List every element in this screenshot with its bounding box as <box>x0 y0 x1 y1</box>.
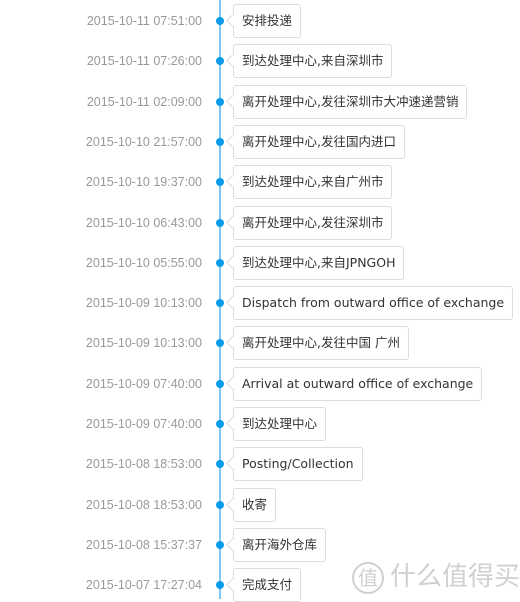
timeline-dot-icon <box>216 540 224 549</box>
timeline-item: 2015-10-11 02:09:00 离开处理中心,发往深圳市大冲速递营销 <box>0 84 520 119</box>
timeline-item: 2015-10-09 10:13:00 离开处理中心,发往中国 广州 <box>0 326 520 361</box>
timeline-dot-icon <box>216 299 224 308</box>
timeline-dot-icon <box>216 258 224 267</box>
timeline-item: 2015-10-09 10:13:00 Dispatch from outward… <box>0 286 520 321</box>
event-time: 2015-10-09 10:13:00 <box>85 296 202 311</box>
event-description: Dispatch from outward office of exchange <box>233 286 514 321</box>
event-description: 离开海外仓库 <box>233 527 327 562</box>
timeline-item: 2015-10-10 19:37:00 到达处理中心,来自广州市 <box>0 165 520 200</box>
event-time: 2015-10-10 19:37:00 <box>85 175 202 190</box>
event-description: 到达处理中心,来自深圳市 <box>233 44 393 79</box>
watermark: 值什么值得买 <box>352 556 520 594</box>
timeline-dot-icon <box>216 581 224 590</box>
timeline-dot-icon <box>216 17 224 25</box>
timeline-item: 2015-10-10 21:57:00 离开处理中心,发往国内进口 <box>0 124 520 159</box>
event-time: 2015-10-09 07:40:00 <box>85 417 202 431</box>
timeline-item: 2015-10-08 18:53:00 Posting/Collection <box>0 447 520 482</box>
timeline-dot-icon <box>216 500 224 509</box>
event-time: 2015-10-11 07:26:00 <box>86 54 202 69</box>
timeline-dot-icon <box>216 137 224 146</box>
event-time: 2015-10-11 07:51:00 <box>86 14 202 28</box>
event-time: 2015-10-09 07:40:00 <box>85 376 202 391</box>
timeline-dot-icon <box>216 460 224 469</box>
event-time: 2015-10-08 18:53:00 <box>85 457 202 472</box>
event-time: 2015-10-08 18:53:00 <box>85 497 202 512</box>
timeline-item: 2015-10-08 18:53:00 收寄 <box>0 487 520 522</box>
timeline-item: 2015-10-09 07:40:00 Arrival at outward of… <box>0 366 520 401</box>
timeline-dot-icon <box>216 178 224 187</box>
event-time: 2015-10-10 05:55:00 <box>85 255 202 270</box>
timeline-dot-icon <box>216 339 224 348</box>
timeline-item: 2015-10-09 07:40:00 到达处理中心 <box>0 407 520 441</box>
event-description: Posting/Collection <box>233 447 363 482</box>
event-description: 到达处理中心,来自JPNGOH <box>233 245 405 280</box>
event-time: 2015-10-10 06:43:00 <box>85 215 202 230</box>
event-description: 收寄 <box>233 487 277 522</box>
event-description: 离开处理中心,发往深圳市 <box>233 205 393 240</box>
event-description: 完成支付 <box>233 568 302 602</box>
watermark-text: 什么值得买 <box>390 562 520 592</box>
timeline-dot-icon <box>216 218 224 227</box>
timeline-dot-icon <box>216 97 224 106</box>
timeline-dot-icon <box>216 379 224 388</box>
timeline-dot-icon <box>216 420 224 428</box>
event-description: 离开处理中心,发往国内进口 <box>233 124 405 159</box>
timeline-item: 2015-10-10 05:55:00 到达处理中心,来自JPNGOH <box>0 245 520 280</box>
timeline-item: 2015-10-10 06:43:00 离开处理中心,发往深圳市 <box>0 205 520 240</box>
event-description: Arrival at outward office of exchange <box>233 366 483 401</box>
event-time: 2015-10-10 21:57:00 <box>85 134 202 149</box>
event-description: 离开处理中心,发往中国 广州 <box>233 326 409 361</box>
event-time: 2015-10-09 10:13:00 <box>85 336 202 351</box>
timeline-item: 2015-10-11 07:51:00 安排投递 <box>0 4 520 38</box>
timeline-item: 2015-10-11 07:26:00 到达处理中心,来自深圳市 <box>0 44 520 79</box>
event-time: 2015-10-07 17:27:04 <box>85 578 202 593</box>
event-description: 离开处理中心,发往深圳市大冲速递营销 <box>233 84 468 119</box>
event-time: 2015-10-08 15:37:37 <box>85 537 202 552</box>
watermark-logo-icon: 值 <box>352 561 384 594</box>
event-description: 到达处理中心,来自广州市 <box>233 165 393 200</box>
timeline-dot-icon <box>216 57 224 66</box>
event-description: 安排投递 <box>233 4 302 38</box>
event-time: 2015-10-11 02:09:00 <box>86 94 202 109</box>
event-description: 到达处理中心 <box>233 407 327 441</box>
